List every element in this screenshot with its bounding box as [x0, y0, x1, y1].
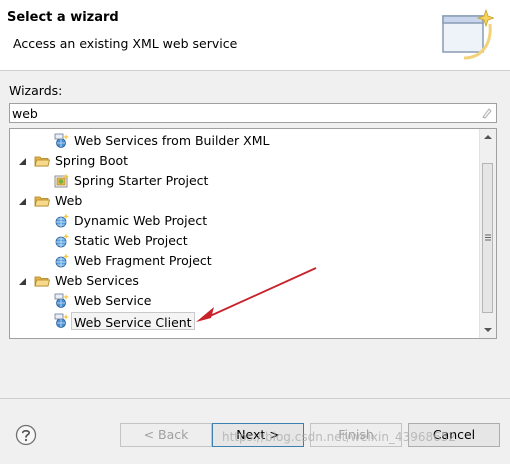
spring-project-icon [54, 173, 69, 188]
expanded-arrow-icon[interactable] [18, 157, 27, 166]
scroll-down-arrow-icon[interactable] [480, 321, 496, 338]
wizard-banner-icon [442, 8, 494, 60]
web-project-icon [55, 233, 69, 248]
tree-item-dynamic-web-project[interactable]: Dynamic Web Project [10, 211, 480, 231]
folder-icon [34, 276, 50, 287]
annotation-arrow [196, 267, 317, 322]
tree-item-label: Web Service [74, 293, 152, 308]
scroll-grip-icon [485, 234, 491, 241]
webservice-wizard-icon [54, 313, 69, 328]
wizard-filter-field[interactable] [9, 103, 497, 123]
scrollbar-thumb[interactable] [482, 163, 493, 313]
folder-icon [34, 156, 50, 167]
vertical-scrollbar[interactable] [479, 129, 496, 338]
wizards-label: Wizards: [9, 83, 63, 98]
tree-item-label: Dynamic Web Project [74, 213, 208, 228]
wizard-header: Select a wizard Access an existing XML w… [0, 0, 510, 71]
watermark-text: https://blog.csdn.net/weixin_43968652 [222, 430, 457, 444]
wizard-filter-input[interactable] [12, 105, 472, 121]
tree-item-spring-starter-project[interactable]: Spring Starter Project [10, 171, 480, 191]
footer-separator [0, 398, 510, 399]
tree-item-label: Static Web Project [74, 233, 188, 248]
selected-item-highlight: Web Service Client [71, 312, 195, 330]
tree-item-label: Web Services from Builder XML [74, 133, 270, 148]
expanded-arrow-icon[interactable] [18, 277, 27, 286]
webservice-wizard-icon [54, 293, 69, 308]
tree-item-web-services-from-builder-xml[interactable]: Web Services from Builder XML [10, 131, 480, 151]
tree-item-label: Web Services [55, 273, 139, 288]
folder-icon [34, 196, 50, 207]
header-description: Access an existing XML web service [13, 36, 238, 51]
tree-item-web[interactable]: Web [10, 191, 480, 211]
tree-item-static-web-project[interactable]: Static Web Project [10, 231, 480, 251]
help-icon[interactable] [15, 424, 37, 446]
header-title: Select a wizard [7, 10, 119, 25]
back-button[interactable]: < Back [120, 423, 212, 447]
scroll-up-arrow-icon[interactable] [480, 129, 496, 146]
expanded-arrow-icon[interactable] [18, 197, 27, 206]
tree-item-label: Web [55, 193, 83, 208]
tree-item-label: Spring Boot [55, 153, 129, 168]
web-project-icon [55, 213, 69, 228]
tree-item-spring-boot[interactable]: Spring Boot [10, 151, 480, 171]
clear-filter-icon[interactable] [481, 107, 493, 119]
web-project-icon [55, 253, 69, 268]
tree-item-label: Web Service Client [74, 315, 192, 330]
tree-item-label: Spring Starter Project [74, 173, 209, 188]
webservice-wizard-icon [54, 133, 69, 148]
